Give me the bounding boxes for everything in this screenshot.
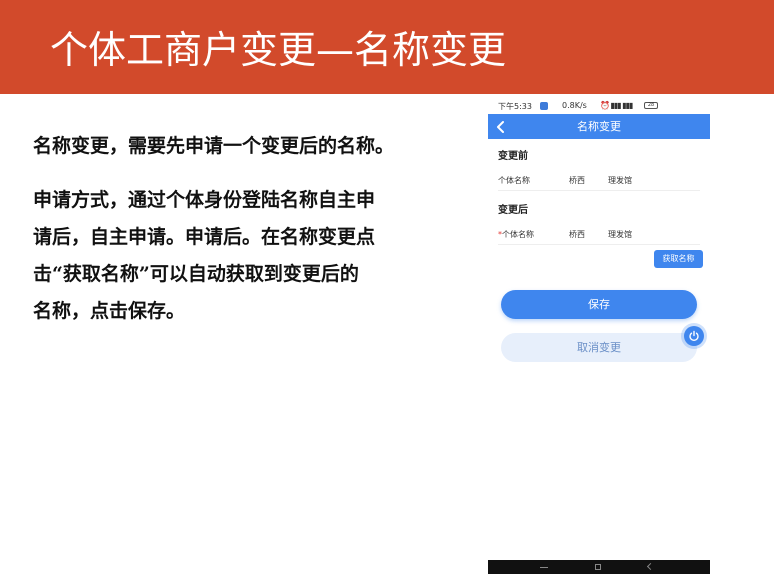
signal-icon: ⏰ ▮▮▮ ▮▮▮ bbox=[600, 101, 633, 110]
section-after-heading: 变更后 bbox=[498, 205, 528, 216]
after-name-label-text: 个体名称 bbox=[502, 230, 534, 239]
slide-title: 个体工商户变更—名称变更 bbox=[50, 28, 507, 72]
slide-body: 名称变更，需要先申请一个变更后的名称。 申请方式，通过个体身份登陆名称自主申 请… bbox=[33, 130, 433, 330]
paragraph-method: 申请方式，通过个体身份登陆名称自主申 请后，自主申请。申请后。在名称变更点 击“… bbox=[33, 182, 433, 330]
after-name-suffix[interactable]: 理发馆 bbox=[608, 229, 632, 240]
before-name-suffix: 理发馆 bbox=[608, 176, 632, 185]
fetch-name-button[interactable]: 获取名称 bbox=[654, 250, 703, 268]
status-time: 下午5:33 bbox=[498, 102, 532, 111]
paragraph-line: 请后，自主申请。申请后。在名称变更点 bbox=[33, 226, 376, 248]
after-name-label: *个体名称 bbox=[498, 229, 534, 240]
notification-icon bbox=[540, 102, 548, 110]
slide-title-bar: 个体工商户变更—名称变更 bbox=[0, 0, 774, 94]
paragraph-line: 申请方式，通过个体身份登陆名称自主申 bbox=[33, 189, 376, 211]
row-divider bbox=[498, 244, 700, 245]
battery-icon: 28 bbox=[644, 102, 658, 109]
before-name-label: 个体名称 bbox=[498, 176, 530, 185]
menu-icon[interactable] bbox=[540, 567, 548, 568]
home-icon[interactable] bbox=[595, 564, 601, 570]
cancel-change-button[interactable]: 取消变更 bbox=[501, 333, 697, 362]
after-name-value[interactable]: 桥西 bbox=[569, 229, 585, 240]
back-icon[interactable] bbox=[646, 562, 655, 571]
paragraph-line: 名称，点击保存。 bbox=[33, 300, 186, 322]
status-speed: 0.8K/s bbox=[562, 101, 587, 110]
power-icon[interactable] bbox=[684, 326, 704, 346]
before-name-value: 桥西 bbox=[569, 176, 585, 185]
nav-title: 名称变更 bbox=[577, 120, 621, 133]
paragraph-line: 击“获取名称”可以自动获取到变更后的 bbox=[33, 263, 359, 285]
section-before-heading: 变更前 bbox=[498, 151, 528, 162]
back-arrow-icon[interactable] bbox=[495, 119, 507, 133]
row-divider bbox=[498, 190, 700, 191]
phone-screenshot: 下午5:33 0.8K/s ⏰ ▮▮▮ ▮▮▮ 28 名称变更 变更前 个体名称… bbox=[488, 98, 710, 574]
nav-bar: 名称变更 bbox=[488, 114, 710, 139]
paragraph-intro: 名称变更，需要先申请一个变更后的名称。 bbox=[33, 135, 395, 157]
status-bar: 下午5:33 0.8K/s ⏰ ▮▮▮ ▮▮▮ 28 bbox=[488, 98, 710, 114]
system-nav-bar bbox=[488, 560, 710, 574]
save-button[interactable]: 保存 bbox=[501, 290, 697, 319]
